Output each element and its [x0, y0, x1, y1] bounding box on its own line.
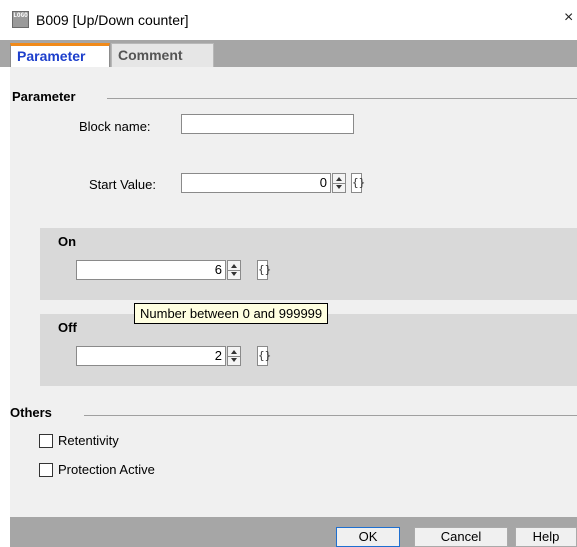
- parameter-group-label: Parameter: [12, 89, 76, 104]
- logo-app-icon: LOGO: [12, 11, 29, 28]
- off-panel: Off 2 {}: [40, 314, 577, 386]
- tab-comment[interactable]: Comment: [111, 43, 214, 67]
- tab-parameter[interactable]: Parameter: [10, 43, 110, 67]
- window-title: B009 [Up/Down counter]: [36, 12, 189, 28]
- tab-bar: Parameter Comment: [0, 40, 577, 67]
- tooltip: Number between 0 and 999999: [134, 303, 329, 324]
- close-icon[interactable]: ×: [564, 9, 573, 27]
- retentivity-label: Retentivity: [58, 433, 119, 448]
- start-value-input[interactable]: 0: [181, 173, 331, 193]
- button-bar: OK Cancel Help: [10, 517, 577, 547]
- others-group-divider: [84, 415, 577, 416]
- off-param-ref-icon[interactable]: {}: [257, 346, 271, 366]
- others-group-label: Others: [10, 405, 52, 420]
- block-name-input[interactable]: [181, 114, 354, 134]
- off-value-input[interactable]: 2: [76, 346, 226, 366]
- dialog-content: Parameter Block name: Start Value: 0 {} …: [10, 67, 577, 517]
- on-value-input[interactable]: 6: [76, 260, 226, 280]
- off-label: Off: [58, 320, 77, 335]
- on-label: On: [58, 234, 77, 249]
- help-button[interactable]: Help: [515, 527, 577, 547]
- retentivity-checkbox[interactable]: [39, 434, 53, 448]
- protection-active-checkbox[interactable]: [39, 463, 53, 477]
- start-value-param-ref-icon[interactable]: {}: [351, 173, 365, 193]
- off-spin-icon[interactable]: [227, 346, 241, 366]
- start-value-spin-icon[interactable]: [332, 173, 346, 193]
- on-param-ref-icon[interactable]: {}: [257, 260, 271, 280]
- protection-active-label: Protection Active: [58, 462, 155, 477]
- block-name-label: Block name:: [79, 119, 151, 134]
- start-value-label: Start Value:: [89, 177, 156, 192]
- on-panel: On 6 {}: [40, 228, 577, 300]
- on-spin-icon[interactable]: [227, 260, 241, 280]
- ok-button[interactable]: OK: [336, 527, 400, 547]
- title-bar: LOGO B009 [Up/Down counter] ×: [0, 0, 577, 40]
- cancel-button[interactable]: Cancel: [414, 527, 508, 547]
- parameter-group-divider: [107, 98, 577, 99]
